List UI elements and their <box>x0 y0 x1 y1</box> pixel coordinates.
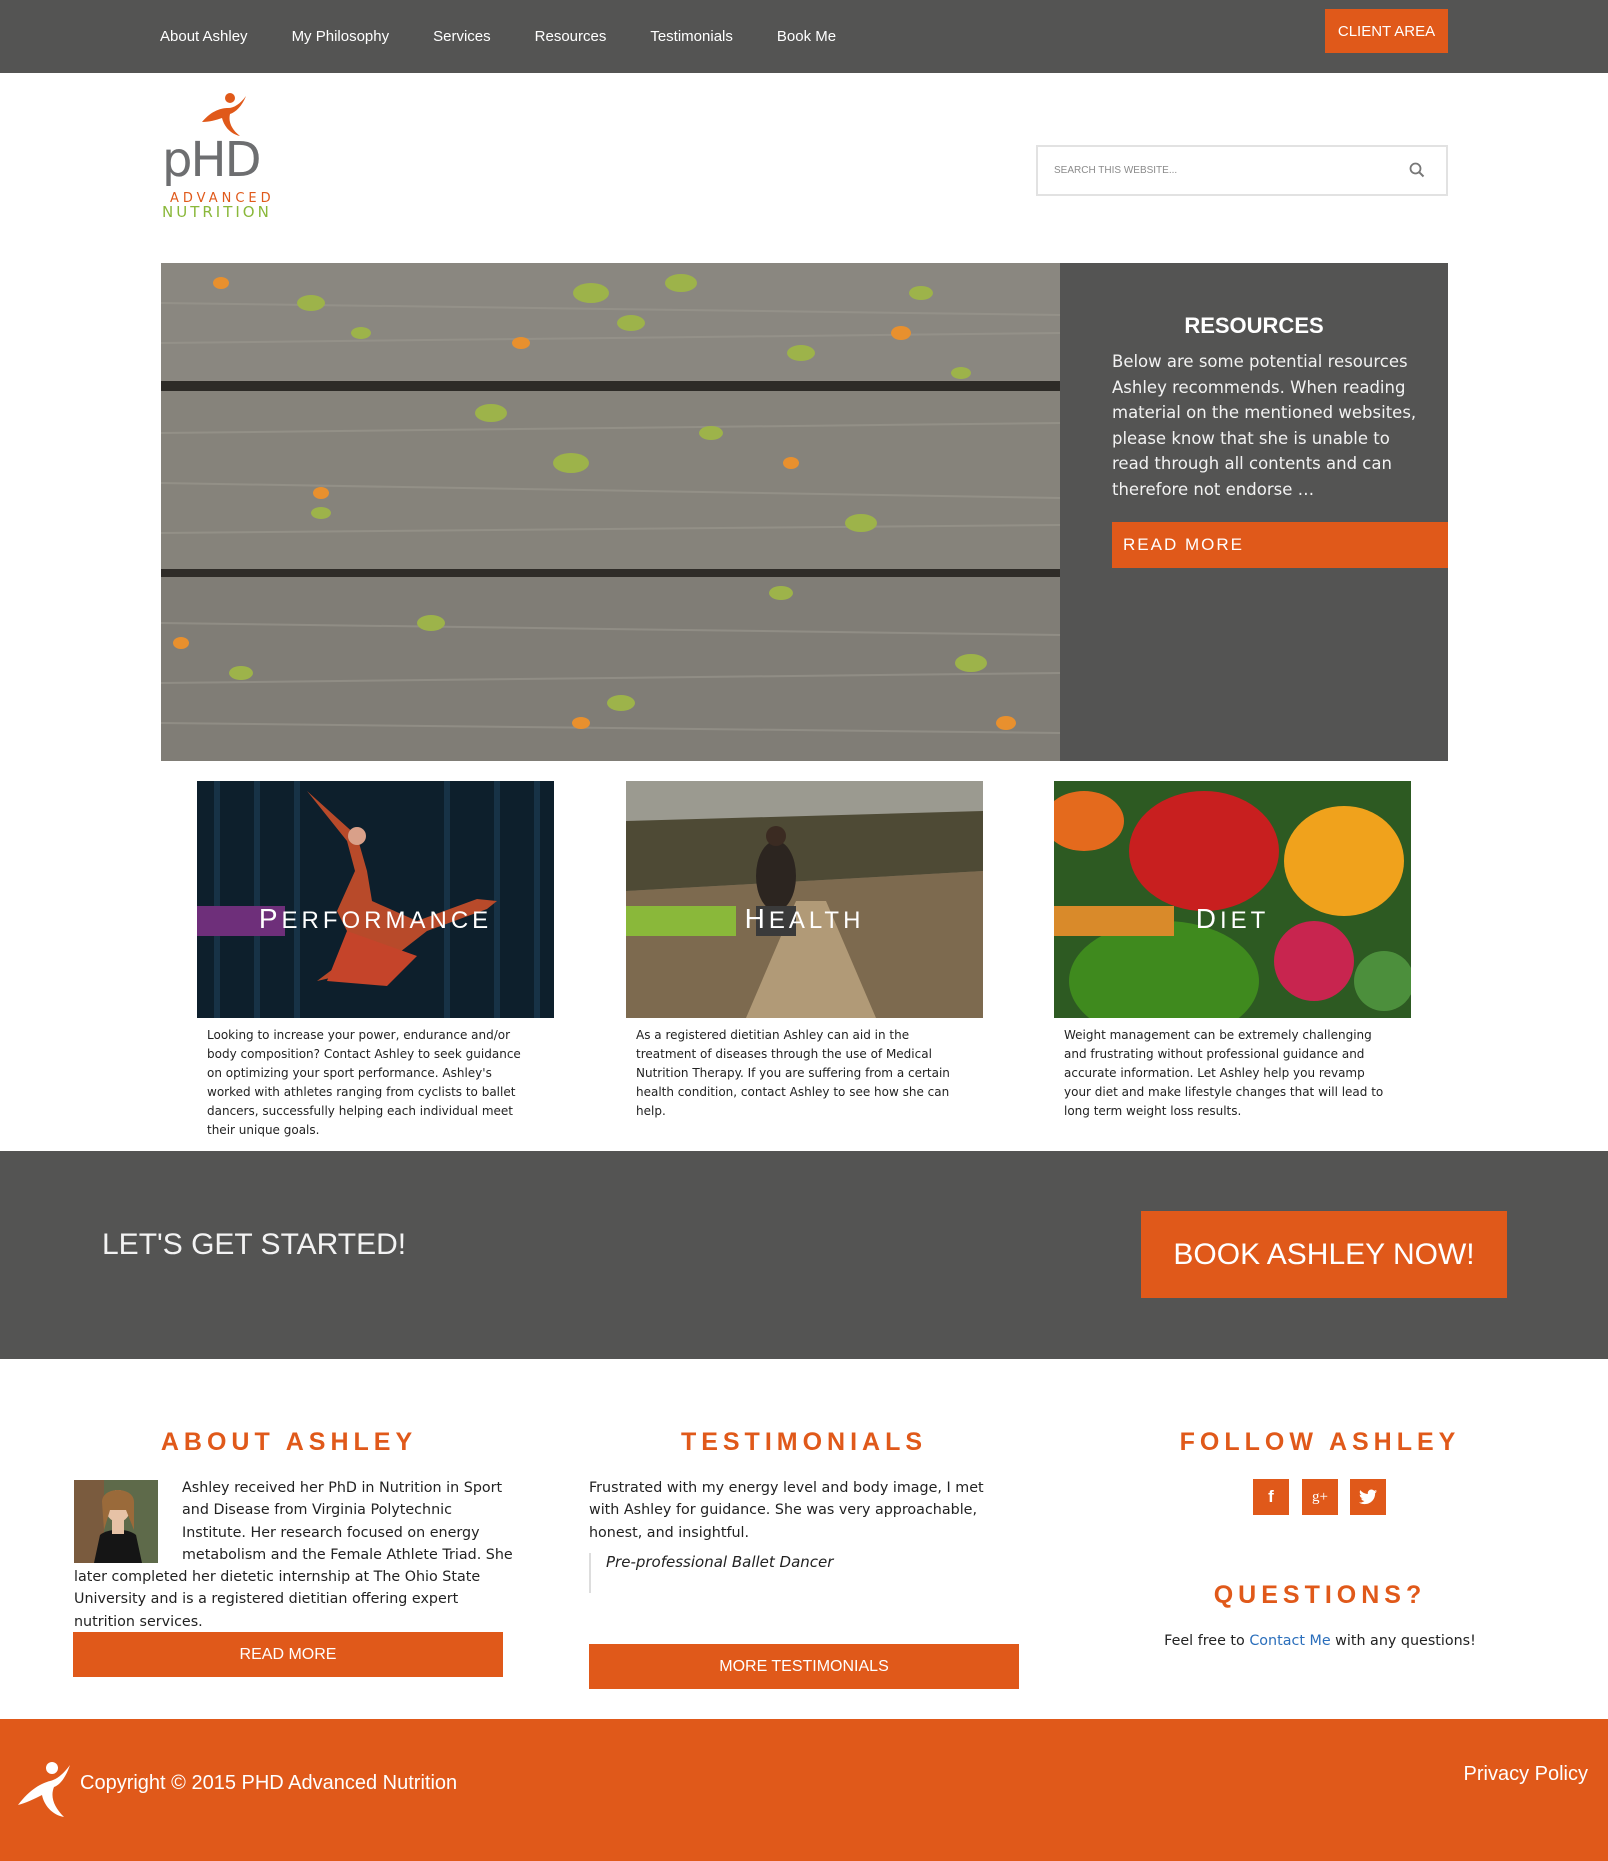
hero-read-more-button[interactable]: READ MORE <box>1112 522 1448 568</box>
health-image[interactable]: HEALTH <box>626 781 983 1018</box>
questions-text: Feel free to Contact Me with any questio… <box>1120 1633 1520 1649</box>
testimonial-quote: Frustrated with my energy level and body… <box>589 1480 984 1541</box>
site-footer: Copyright © 2015 PHD Advanced Nutrition … <box>0 1719 1608 1861</box>
twitter-bird-icon <box>1359 1489 1377 1505</box>
hero-image-wood-leaves <box>161 263 1060 761</box>
nav-item-about-ashley[interactable]: About Ashley <box>160 28 248 45</box>
contact-me-link[interactable]: Contact Me <box>1249 1633 1330 1649</box>
main-menu: About Ashley My Philosophy Services Reso… <box>160 0 880 73</box>
testimonial-cite: Pre-professional Ballet Dancer <box>589 1553 989 1593</box>
book-ashley-button[interactable]: BOOK ASHLEY NOW! <box>1141 1211 1507 1298</box>
logo-nutrition-text: NUTRITION <box>162 203 272 221</box>
google-plus-icon[interactable]: g+ <box>1302 1479 1338 1515</box>
nav-item-resources[interactable]: Resources <box>535 28 607 45</box>
facebook-icon[interactable]: f <box>1253 1479 1289 1515</box>
more-testimonials-button[interactable]: MORE TESTIMONIALS <box>589 1644 1019 1689</box>
performance-image[interactable]: PERFORMANCE <box>197 781 554 1018</box>
about-read-more-button[interactable]: READ MORE <box>73 1632 503 1677</box>
nav-item-testimonials[interactable]: Testimonials <box>650 28 733 45</box>
search-icon[interactable] <box>1408 161 1426 179</box>
search-input[interactable] <box>1052 147 1392 194</box>
hero-panel: RESOURCES Below are some potential resou… <box>1060 263 1448 761</box>
google-plus-glyph: g+ <box>1312 1488 1328 1505</box>
performance-label: PERFORMANCE <box>258 903 493 934</box>
hero-text: Below are some potential resources Ashle… <box>1112 352 1417 499</box>
feature-card-diet[interactable]: DIET Weight management can be extremely … <box>1054 781 1411 1121</box>
top-nav: About Ashley My Philosophy Services Reso… <box>0 0 1608 73</box>
twitter-icon[interactable] <box>1350 1479 1386 1515</box>
feature-card-performance[interactable]: PERFORMANCE Looking to increase your pow… <box>197 781 554 1140</box>
nav-item-my-philosophy[interactable]: My Philosophy <box>292 28 390 45</box>
feature-card-health[interactable]: HEALTH As a registered dietitian Ashley … <box>626 781 983 1121</box>
logo-phd-text: pHD <box>162 132 262 188</box>
diet-text: Weight management can be extremely chall… <box>1064 1028 1384 1118</box>
follow-title: FOLLOW ASHLEY <box>1179 1428 1461 1456</box>
about-title: ABOUT ASHLEY <box>160 1428 418 1456</box>
search-box <box>1036 145 1448 196</box>
cta-title: LET'S GET STARTED! <box>102 1228 407 1261</box>
diet-image[interactable]: DIET <box>1054 781 1411 1018</box>
site-logo[interactable]: pHD ADVANCED NUTRITION <box>162 92 292 222</box>
privacy-policy-link[interactable]: Privacy Policy <box>1464 1763 1588 1786</box>
facebook-glyph: f <box>1268 1487 1274 1506</box>
nav-item-services[interactable]: Services <box>433 28 491 45</box>
health-label: HEALTH <box>744 903 865 934</box>
runner-logo-icon <box>18 1762 70 1817</box>
client-area-button[interactable]: CLIENT AREA <box>1325 9 1448 53</box>
performance-text: Looking to increase your power, enduranc… <box>207 1028 521 1137</box>
hero-title: RESOURCES <box>1184 313 1324 338</box>
footer-copyright: Copyright © 2015 PHD Advanced Nutrition <box>80 1772 458 1794</box>
questions-text-after: with any questions! <box>1330 1633 1476 1649</box>
cta-band: LET'S GET STARTED! BOOK ASHLEY NOW! <box>0 1151 1608 1359</box>
questions-title: QUESTIONS? <box>1213 1581 1427 1609</box>
diet-label: DIET <box>1195 903 1270 934</box>
testimonials-title: TESTIMONIALS <box>680 1428 928 1456</box>
nav-item-book-me[interactable]: Book Me <box>777 28 836 45</box>
questions-text-before: Feel free to <box>1164 1633 1250 1649</box>
hero-slider: RESOURCES Below are some potential resou… <box>161 263 1448 761</box>
health-text: As a registered dietitian Ashley can aid… <box>636 1028 950 1118</box>
ashley-avatar <box>74 1480 158 1563</box>
